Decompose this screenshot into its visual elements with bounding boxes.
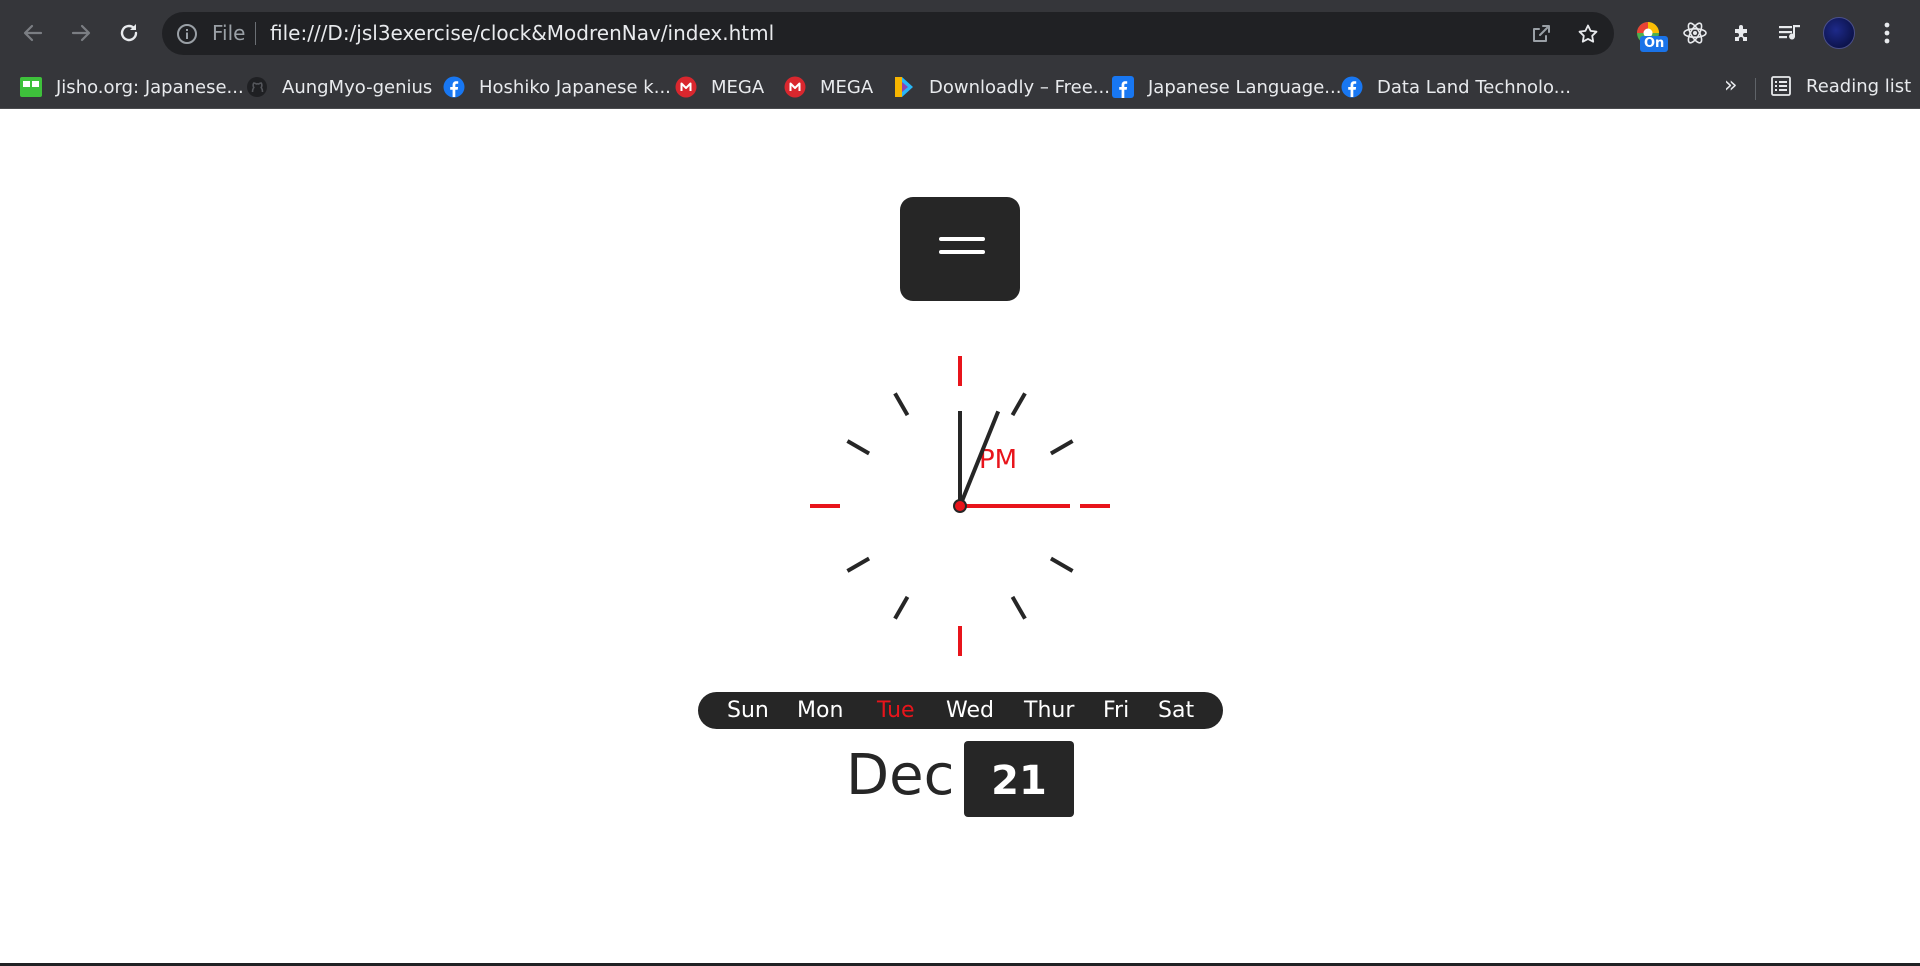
bookmark-label: Japanese Language... (1148, 76, 1342, 98)
info-icon[interactable] (176, 23, 198, 45)
day-of-month-badge: 21 (964, 741, 1074, 817)
extensions-button[interactable] (1727, 17, 1759, 49)
more-bookmarks-button[interactable]: » (1724, 74, 1737, 98)
mega-icon (784, 76, 806, 98)
menu-line-bottom (939, 250, 985, 254)
reading-list-button[interactable]: Reading list (1770, 75, 1911, 97)
bookmark-label: Hoshiko Japanese k... (479, 76, 671, 98)
weekday-mon: Mon (797, 698, 844, 723)
forward-button[interactable] (62, 14, 100, 52)
facebook-icon (443, 76, 465, 98)
share-icon[interactable] (1529, 22, 1553, 46)
mega-icon (675, 76, 697, 98)
bookmark-item[interactable]: Jisho.org: Japanese... (20, 75, 244, 99)
clock-tick-8 (846, 556, 871, 573)
url-separator (255, 22, 256, 45)
month-label: Dec (846, 743, 955, 808)
weekday-tue: Tue (877, 698, 915, 723)
media-queue-button[interactable] (1774, 17, 1806, 49)
page-content: PM Sun Mon Tue Wed Thur Fri Sat Dec 21 (0, 110, 1920, 963)
bookmark-item[interactable]: Data Land Technolo... (1341, 75, 1571, 99)
weekday-wed: Wed (946, 698, 994, 723)
arrow-right-icon (71, 24, 91, 42)
arrow-left-icon (23, 24, 43, 42)
star-icon[interactable] (1576, 22, 1600, 46)
browser-menu-button[interactable] (1871, 17, 1903, 49)
weekday-thur: Thur (1024, 698, 1075, 723)
jisho-icon (20, 76, 42, 98)
hamburger-menu-button[interactable] (900, 197, 1020, 301)
facebook-icon (1341, 76, 1363, 98)
profile-avatar[interactable] (1823, 17, 1855, 49)
bookmark-item[interactable]: MEGA (675, 75, 764, 99)
kebab-menu-icon (1884, 22, 1890, 44)
weekday-fri: Fri (1103, 698, 1130, 723)
weekday-bar: Sun Mon Tue Wed Thur Fri Sat (698, 692, 1223, 729)
bookmark-item[interactable]: AungMyo-genius (246, 75, 432, 99)
browser-toolbar: File file:///D:/jsl3exercise/clock&Modre… (0, 0, 1920, 66)
bookmark-item[interactable]: Hoshiko Japanese k... (443, 75, 671, 99)
github-icon (246, 76, 268, 98)
media-queue-icon (1779, 25, 1800, 40)
reload-button[interactable] (110, 14, 148, 52)
weekday-sun: Sun (727, 698, 769, 723)
reading-list-label: Reading list (1806, 75, 1912, 97)
clock-tick-2 (1049, 439, 1074, 456)
address-bar[interactable]: File file:///D:/jsl3exercise/clock&Modre… (162, 12, 1614, 55)
clock-tick-1 (1010, 392, 1027, 417)
clock-tick-11 (893, 392, 910, 417)
bookmark-label: MEGA (711, 76, 765, 98)
bookmark-label: Data Land Technolo... (1377, 76, 1571, 98)
bookmark-item[interactable]: Japanese Language... (1112, 75, 1341, 99)
reading-list-icon (1771, 76, 1791, 96)
bookmark-label: AungMyo-genius (282, 76, 433, 98)
clock-tick-10 (846, 439, 871, 456)
downloadly-icon (893, 76, 915, 98)
extension-status-badge: On (1640, 36, 1669, 52)
bookmark-label: Jisho.org: Japanese... (56, 76, 244, 98)
bookmark-item[interactable]: Downloadly – Free... (893, 75, 1110, 99)
reload-icon (120, 24, 138, 42)
clock-tick-7 (893, 595, 910, 620)
url-text[interactable]: file:///D:/jsl3exercise/clock&ModrenNav/… (270, 21, 774, 46)
puzzle-icon (1735, 25, 1747, 41)
facebook-icon (1112, 76, 1134, 98)
weekday-sat: Sat (1158, 698, 1195, 723)
back-button[interactable] (14, 14, 52, 52)
menu-line-top (939, 237, 985, 241)
clock-tick-4 (1049, 556, 1074, 573)
bookmarks-bar: Jisho.org: Japanese... AungMyo-genius Ho… (0, 66, 1920, 109)
url-scheme-label: File (212, 21, 246, 45)
bookmark-label: Downloadly – Free... (929, 76, 1110, 98)
bookmark-label: MEGA (820, 76, 874, 98)
bookmarks-divider (1755, 78, 1756, 100)
react-icon (1683, 22, 1707, 44)
browser-chrome: File file:///D:/jsl3exercise/clock&Modre… (0, 0, 1920, 109)
clock-tick-5 (1010, 595, 1027, 620)
bookmark-item[interactable]: MEGA (784, 75, 873, 99)
clock-center-dot (953, 499, 967, 513)
react-devtools-button[interactable] (1679, 17, 1711, 49)
analog-clock: PM (810, 356, 1110, 656)
